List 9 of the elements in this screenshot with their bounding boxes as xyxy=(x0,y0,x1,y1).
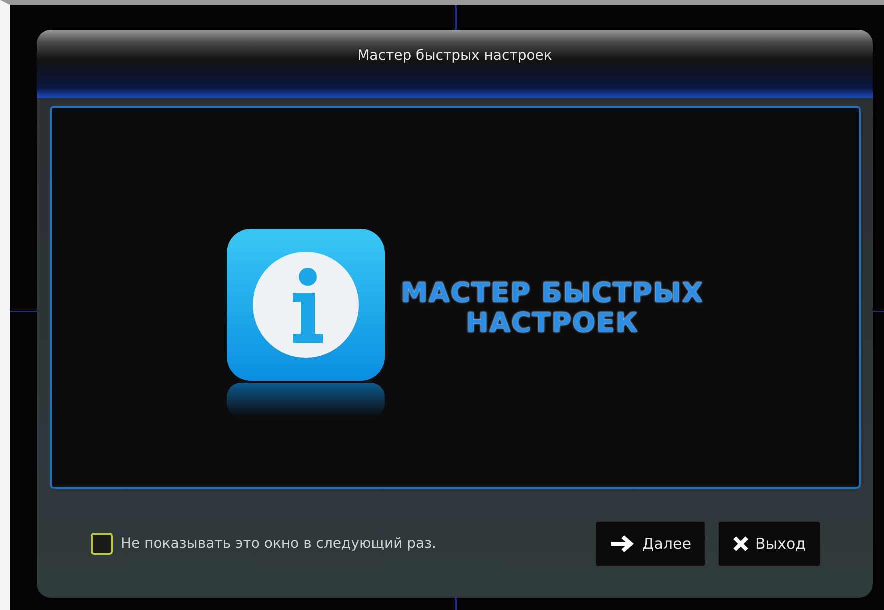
exit-button[interactable]: Выход xyxy=(718,520,821,566)
close-icon xyxy=(733,536,750,552)
next-button[interactable]: Далее xyxy=(595,520,706,566)
arrow-right-icon xyxy=(610,534,636,552)
checkbox-label: Не показывать это окно в следующий раз. xyxy=(121,536,436,552)
info-icon xyxy=(227,228,385,380)
checkbox[interactable] xyxy=(91,532,113,554)
window-title: Мастер быстрых настроек xyxy=(358,48,552,66)
banner-title: МАСТЕР БЫСТРЫХ НАСТРОЕК xyxy=(401,278,704,338)
